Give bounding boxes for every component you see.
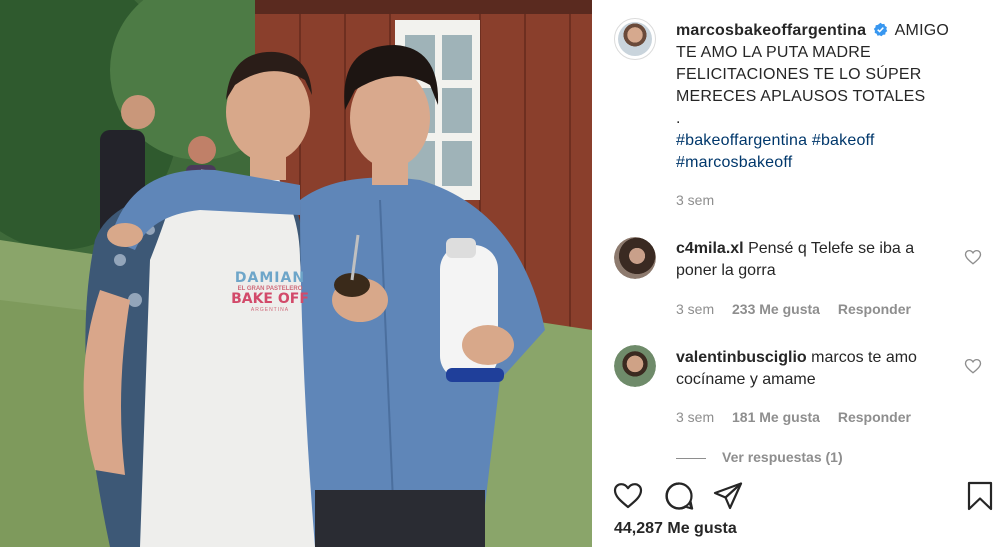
view-replies-button[interactable]: Ver respuestas (1) [676,449,843,465]
comment-1-text-1: Pensé q Telefe se iba a [748,240,915,257]
comment-1-likes[interactable]: 233 Me gusta [732,301,820,317]
apron-print: DAMIAN EL GRAN PASTELERO BAKE OFF ARGENT… [222,270,318,313]
comment-1-username[interactable]: c4mila.xl [676,240,744,257]
caption-time[interactable]: 3 sem [676,192,714,208]
post-likes-count[interactable]: 44,287 Me gusta [614,520,737,538]
small-heart-icon[interactable] [964,248,982,266]
comment-2: valentinbusciglio marcos te amo cocíname… [676,347,956,391]
post-photo[interactable]: DAMIAN EL GRAN PASTELERO BAKE OFF ARGENT… [0,0,592,547]
post-sidebar: marcosbakeoffargentina AMIGO TE AMO LA P… [592,0,1006,547]
view-replies-label: Ver respuestas (1) [722,449,843,465]
comment-2-time[interactable]: 3 sem [676,409,714,425]
replies-divider-line [676,457,706,459]
comment-1-text-2: poner la gorra [676,262,776,279]
post-caption: marcosbakeoffargentina AMIGO TE AMO LA P… [676,20,976,174]
comment-2-meta: 3 sem 181 Me gusta Responder [676,409,911,425]
comment-2-text-1: marcos te amo [811,349,917,366]
caption-line-5: . [676,110,681,127]
verified-icon [873,22,888,37]
caption-line-2: TE AMO LA PUTA MADRE [676,44,871,61]
comment-1-reply-button[interactable]: Responder [838,301,911,317]
hashtags-line-2[interactable]: #marcosbakeoff [676,152,976,174]
small-heart-icon[interactable] [964,357,982,375]
apron-name: DAMIAN [234,270,306,286]
bookmark-icon[interactable] [964,480,996,512]
commenter-avatar-2[interactable] [614,345,656,387]
comment-1: c4mila.xl Pensé q Telefe se iba a poner … [676,238,956,282]
comment-1-meta: 3 sem 233 Me gusta Responder [676,301,911,317]
hashtags-line-1[interactable]: #bakeoffargentina #bakeoff [676,130,976,152]
share-icon[interactable] [712,480,744,512]
commenter-avatar-1[interactable] [614,237,656,279]
caption-line-4: MERECES APLAUSOS TOTALES [676,88,926,105]
action-bar: 44,287 Me gusta [592,466,1006,547]
caption-line-3: FELICITACIONES TE LO SÚPER [676,66,922,83]
comment-2-reply-button[interactable]: Responder [838,409,911,425]
caption-line-1: AMIGO [894,22,950,39]
apron-logo: BAKE OFF [231,291,309,307]
comment-2-username[interactable]: valentinbusciglio [676,349,807,366]
author-username[interactable]: marcosbakeoffargentina [676,22,866,39]
comments-scroll-area[interactable]: marcosbakeoffargentina AMIGO TE AMO LA P… [592,0,1006,466]
comment-icon[interactable] [663,480,695,512]
comment-2-text-2: cocíname y amame [676,371,816,388]
comment-2-likes[interactable]: 181 Me gusta [732,409,820,425]
author-avatar[interactable] [614,18,656,60]
heart-icon[interactable] [612,480,644,512]
comment-1-time[interactable]: 3 sem [676,301,714,317]
apron-line3: ARGENTINA [250,307,290,313]
